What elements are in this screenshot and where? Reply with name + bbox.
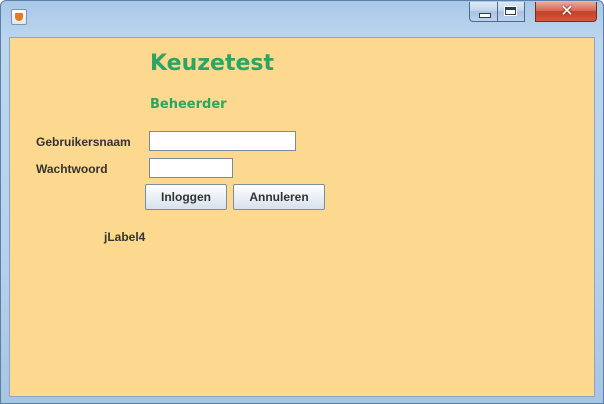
java-cup-icon[interactable] — [11, 9, 27, 25]
cancel-button[interactable]: Annuleren — [233, 184, 325, 210]
page-title: Keuzetest — [150, 51, 275, 76]
password-label: Wachtwoord — [36, 162, 108, 176]
username-label: Gebruikersnaam — [36, 135, 131, 149]
status-label: jLabel4 — [104, 230, 146, 244]
title-bar[interactable]: ✕ — [1, 1, 603, 31]
form-panel: Keuzetest Beheerder Gebruikersnaam Wacht… — [9, 37, 595, 397]
cup-shape — [15, 13, 23, 21]
password-field[interactable] — [149, 158, 233, 178]
minimize-icon — [479, 13, 491, 18]
login-window: ✕ Keuzetest Beheerder Gebruikersnaam Wac… — [0, 0, 604, 404]
maximize-icon — [505, 7, 516, 15]
minimize-button[interactable] — [469, 2, 498, 22]
username-field[interactable] — [149, 131, 296, 151]
close-icon: ✕ — [560, 1, 574, 20]
close-button[interactable]: ✕ — [535, 1, 597, 22]
role-subtitle: Beheerder — [150, 97, 227, 112]
maximize-button[interactable] — [498, 2, 525, 22]
login-button[interactable]: Inloggen — [145, 184, 227, 210]
